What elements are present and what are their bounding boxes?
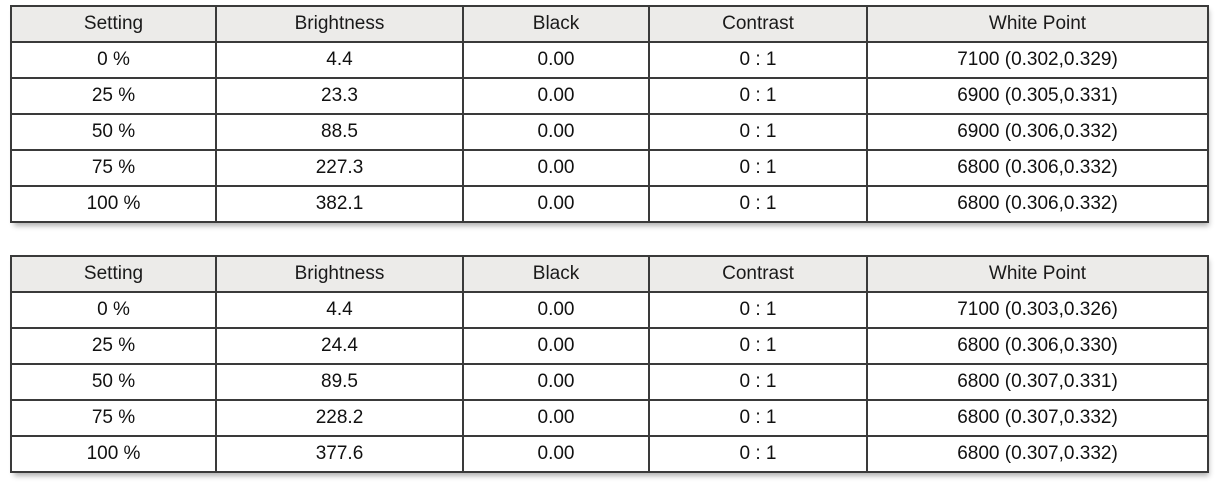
column-header-contrast: Contrast: [648, 255, 868, 293]
cell-black: 0.00: [462, 77, 650, 115]
cell-white-point: 6900 (0.306,0.332): [866, 113, 1209, 151]
cell-setting: 100 %: [10, 185, 217, 223]
cell-white-point: 6900 (0.305,0.331): [866, 77, 1209, 115]
cell-setting: 75 %: [10, 149, 217, 187]
table-header-row: Setting Brightness Black Contrast White …: [10, 5, 1209, 43]
measurement-table-1: Setting Brightness Black Contrast White …: [10, 5, 1209, 223]
column-header-white-point: White Point: [866, 255, 1209, 293]
table-row: 50 % 89.5 0.00 0 : 1 6800 (0.307,0.331): [10, 363, 1209, 401]
cell-contrast: 0 : 1: [648, 327, 868, 365]
cell-black: 0.00: [462, 41, 650, 79]
cell-setting: 50 %: [10, 113, 217, 151]
column-header-brightness: Brightness: [215, 5, 464, 43]
cell-brightness: 24.4: [215, 327, 464, 365]
cell-white-point: 7100 (0.303,0.326): [866, 291, 1209, 329]
cell-contrast: 0 : 1: [648, 149, 868, 187]
cell-white-point: 7100 (0.302,0.329): [866, 41, 1209, 79]
table-row: 0 % 4.4 0.00 0 : 1 7100 (0.302,0.329): [10, 41, 1209, 79]
cell-contrast: 0 : 1: [648, 185, 868, 223]
measurement-table-2: Setting Brightness Black Contrast White …: [10, 255, 1209, 473]
cell-white-point: 6800 (0.307,0.332): [866, 435, 1209, 473]
cell-white-point: 6800 (0.306,0.330): [866, 327, 1209, 365]
column-header-brightness: Brightness: [215, 255, 464, 293]
cell-brightness: 4.4: [215, 291, 464, 329]
measurement-table-1-container: Setting Brightness Black Contrast White …: [10, 5, 1209, 223]
cell-black: 0.00: [462, 363, 650, 401]
cell-brightness: 227.3: [215, 149, 464, 187]
cell-setting: 75 %: [10, 399, 217, 437]
table-header-row: Setting Brightness Black Contrast White …: [10, 255, 1209, 293]
table-row: 50 % 88.5 0.00 0 : 1 6900 (0.306,0.332): [10, 113, 1209, 151]
cell-setting: 0 %: [10, 291, 217, 329]
cell-contrast: 0 : 1: [648, 435, 868, 473]
column-header-black: Black: [462, 255, 650, 293]
cell-contrast: 0 : 1: [648, 363, 868, 401]
cell-brightness: 228.2: [215, 399, 464, 437]
cell-black: 0.00: [462, 113, 650, 151]
column-header-white-point: White Point: [866, 5, 1209, 43]
column-header-setting: Setting: [10, 255, 217, 293]
cell-black: 0.00: [462, 327, 650, 365]
cell-setting: 25 %: [10, 327, 217, 365]
cell-black: 0.00: [462, 291, 650, 329]
cell-black: 0.00: [462, 399, 650, 437]
column-header-setting: Setting: [10, 5, 217, 43]
cell-brightness: 382.1: [215, 185, 464, 223]
cell-contrast: 0 : 1: [648, 77, 868, 115]
cell-black: 0.00: [462, 185, 650, 223]
table-row: 25 % 24.4 0.00 0 : 1 6800 (0.306,0.330): [10, 327, 1209, 365]
cell-black: 0.00: [462, 149, 650, 187]
table-row: 75 % 227.3 0.00 0 : 1 6800 (0.306,0.332): [10, 149, 1209, 187]
table-row: 0 % 4.4 0.00 0 : 1 7100 (0.303,0.326): [10, 291, 1209, 329]
cell-black: 0.00: [462, 435, 650, 473]
measurement-table-2-container: Setting Brightness Black Contrast White …: [10, 255, 1209, 473]
cell-white-point: 6800 (0.306,0.332): [866, 185, 1209, 223]
table-row: 25 % 23.3 0.00 0 : 1 6900 (0.305,0.331): [10, 77, 1209, 115]
cell-contrast: 0 : 1: [648, 113, 868, 151]
cell-white-point: 6800 (0.307,0.331): [866, 363, 1209, 401]
table-row: 100 % 382.1 0.00 0 : 1 6800 (0.306,0.332…: [10, 185, 1209, 223]
table-row: 100 % 377.6 0.00 0 : 1 6800 (0.307,0.332…: [10, 435, 1209, 473]
cell-brightness: 377.6: [215, 435, 464, 473]
page-root: Setting Brightness Black Contrast White …: [0, 0, 1215, 500]
cell-white-point: 6800 (0.307,0.332): [866, 399, 1209, 437]
cell-setting: 25 %: [10, 77, 217, 115]
cell-white-point: 6800 (0.306,0.332): [866, 149, 1209, 187]
cell-contrast: 0 : 1: [648, 399, 868, 437]
cell-brightness: 88.5: [215, 113, 464, 151]
column-header-contrast: Contrast: [648, 5, 868, 43]
cell-setting: 0 %: [10, 41, 217, 79]
cell-brightness: 4.4: [215, 41, 464, 79]
cell-setting: 50 %: [10, 363, 217, 401]
cell-contrast: 0 : 1: [648, 291, 868, 329]
column-header-black: Black: [462, 5, 650, 43]
cell-contrast: 0 : 1: [648, 41, 868, 79]
cell-brightness: 23.3: [215, 77, 464, 115]
cell-brightness: 89.5: [215, 363, 464, 401]
table-row: 75 % 228.2 0.00 0 : 1 6800 (0.307,0.332): [10, 399, 1209, 437]
cell-setting: 100 %: [10, 435, 217, 473]
